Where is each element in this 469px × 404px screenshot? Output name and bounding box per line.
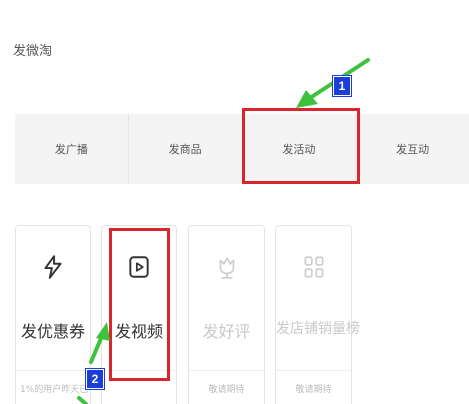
arrow-1-icon [296,58,370,108]
step-badge-1: 1 [332,75,352,97]
step-badge-2: 2 [85,368,105,390]
arrow-2-icon [77,322,110,404]
annotation-arrows [77,58,370,404]
